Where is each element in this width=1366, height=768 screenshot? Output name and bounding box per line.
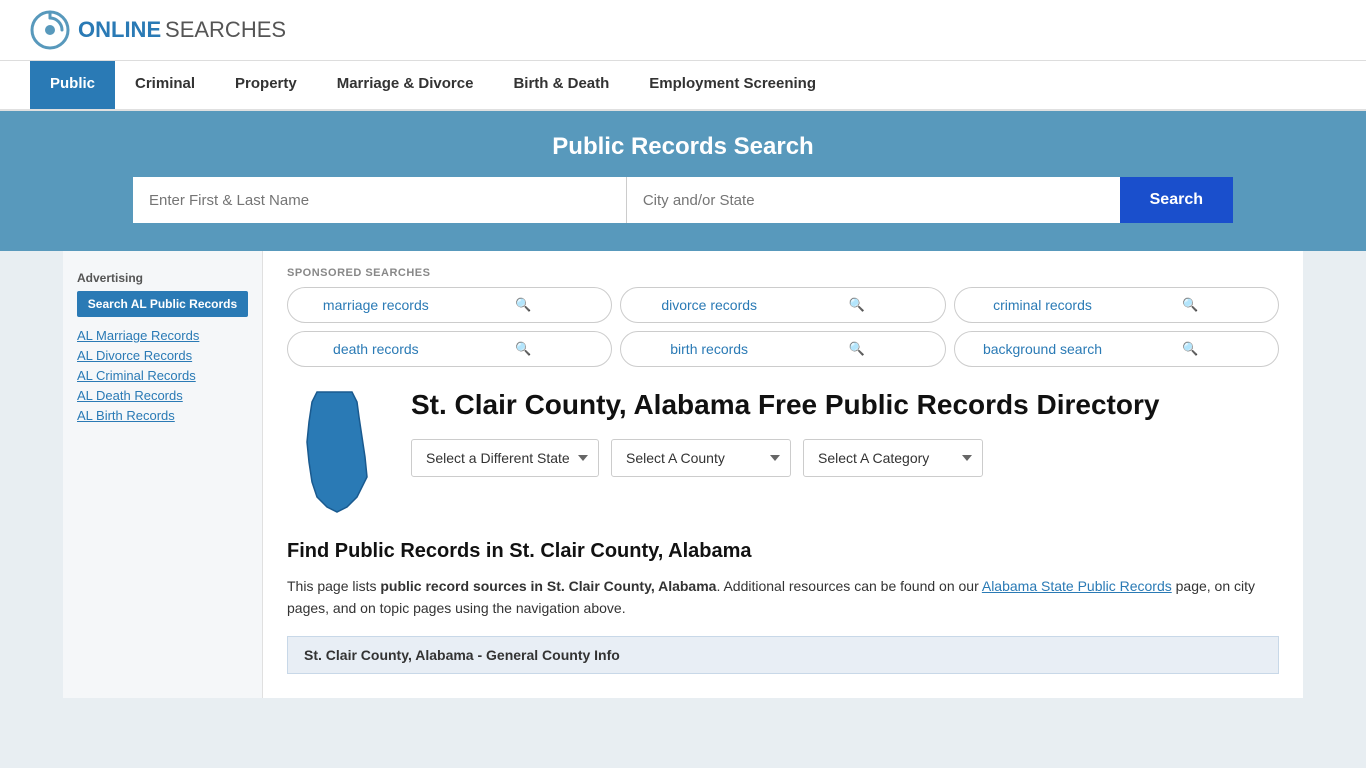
- hero-banner: Public Records Search Search: [0, 111, 1366, 251]
- county-info-bar: St. Clair County, Alabama - General Coun…: [287, 636, 1279, 674]
- dropdowns: Select a Different State Select A County…: [411, 439, 1159, 477]
- pill-criminal[interactable]: criminal records 🔍: [954, 287, 1279, 323]
- location-input[interactable]: [627, 177, 1120, 223]
- advertising-label: Advertising: [77, 271, 248, 285]
- logo-icon: [30, 10, 70, 50]
- sidebar-link-birth[interactable]: AL Birth Records: [77, 408, 175, 423]
- county-info: St. Clair County, Alabama Free Public Re…: [411, 387, 1159, 477]
- nav-birth-death[interactable]: Birth & Death: [493, 61, 629, 109]
- name-input[interactable]: [133, 177, 627, 223]
- pill-death[interactable]: death records 🔍: [287, 331, 612, 367]
- find-text: This page lists public record sources in…: [287, 575, 1279, 620]
- sidebar-links: AL Marriage Records AL Divorce Records A…: [77, 327, 248, 423]
- sponsored-label: SPONSORED SEARCHES: [287, 267, 1279, 279]
- alabama-map-svg: [287, 387, 387, 517]
- sidebar-link-criminal[interactable]: AL Criminal Records: [77, 368, 196, 383]
- pill-background[interactable]: background search 🔍: [954, 331, 1279, 367]
- state-map: [287, 387, 387, 520]
- right-content: SPONSORED SEARCHES marriage records 🔍 di…: [263, 251, 1303, 698]
- al-state-link[interactable]: Alabama State Public Records: [982, 578, 1172, 594]
- logo: ONLINE SEARCHES: [30, 10, 286, 50]
- search-bar: Search: [133, 177, 1233, 223]
- search-icon-2: 🔍: [1116, 297, 1264, 313]
- state-dropdown[interactable]: Select a Different State: [411, 439, 599, 477]
- logo-text: ONLINE SEARCHES: [78, 17, 286, 43]
- nav-public[interactable]: Public: [30, 61, 115, 109]
- search-icon-4: 🔍: [783, 341, 931, 357]
- sidebar-link-divorce[interactable]: AL Divorce Records: [77, 348, 192, 363]
- hero-title: Public Records Search: [30, 133, 1336, 161]
- search-icon-1: 🔍: [783, 297, 931, 313]
- nav-marriage-divorce[interactable]: Marriage & Divorce: [317, 61, 494, 109]
- find-title: Find Public Records in St. Clair County,…: [287, 540, 1279, 563]
- nav-property[interactable]: Property: [215, 61, 317, 109]
- search-icon-5: 🔍: [1116, 341, 1264, 357]
- search-al-public-button[interactable]: Search AL Public Records: [77, 291, 248, 317]
- pill-marriage[interactable]: marriage records 🔍: [287, 287, 612, 323]
- main-nav: Public Criminal Property Marriage & Divo…: [0, 61, 1366, 111]
- sidebar: Advertising Search AL Public Records AL …: [63, 251, 263, 698]
- pill-divorce[interactable]: divorce records 🔍: [620, 287, 945, 323]
- search-icon-0: 🔍: [450, 297, 598, 313]
- sponsored-grid: marriage records 🔍 divorce records 🔍 cri…: [287, 287, 1279, 367]
- search-icon-3: 🔍: [450, 341, 598, 357]
- county-dropdown[interactable]: Select A County: [611, 439, 791, 477]
- sidebar-link-marriage[interactable]: AL Marriage Records: [77, 328, 199, 343]
- nav-employment[interactable]: Employment Screening: [629, 61, 836, 109]
- find-section: Find Public Records in St. Clair County,…: [287, 540, 1279, 620]
- county-title: St. Clair County, Alabama Free Public Re…: [411, 387, 1159, 423]
- search-button[interactable]: Search: [1120, 177, 1233, 223]
- sidebar-link-death[interactable]: AL Death Records: [77, 388, 183, 403]
- category-dropdown[interactable]: Select A Category: [803, 439, 983, 477]
- county-section: St. Clair County, Alabama Free Public Re…: [287, 387, 1279, 520]
- nav-criminal[interactable]: Criminal: [115, 61, 215, 109]
- pill-birth[interactable]: birth records 🔍: [620, 331, 945, 367]
